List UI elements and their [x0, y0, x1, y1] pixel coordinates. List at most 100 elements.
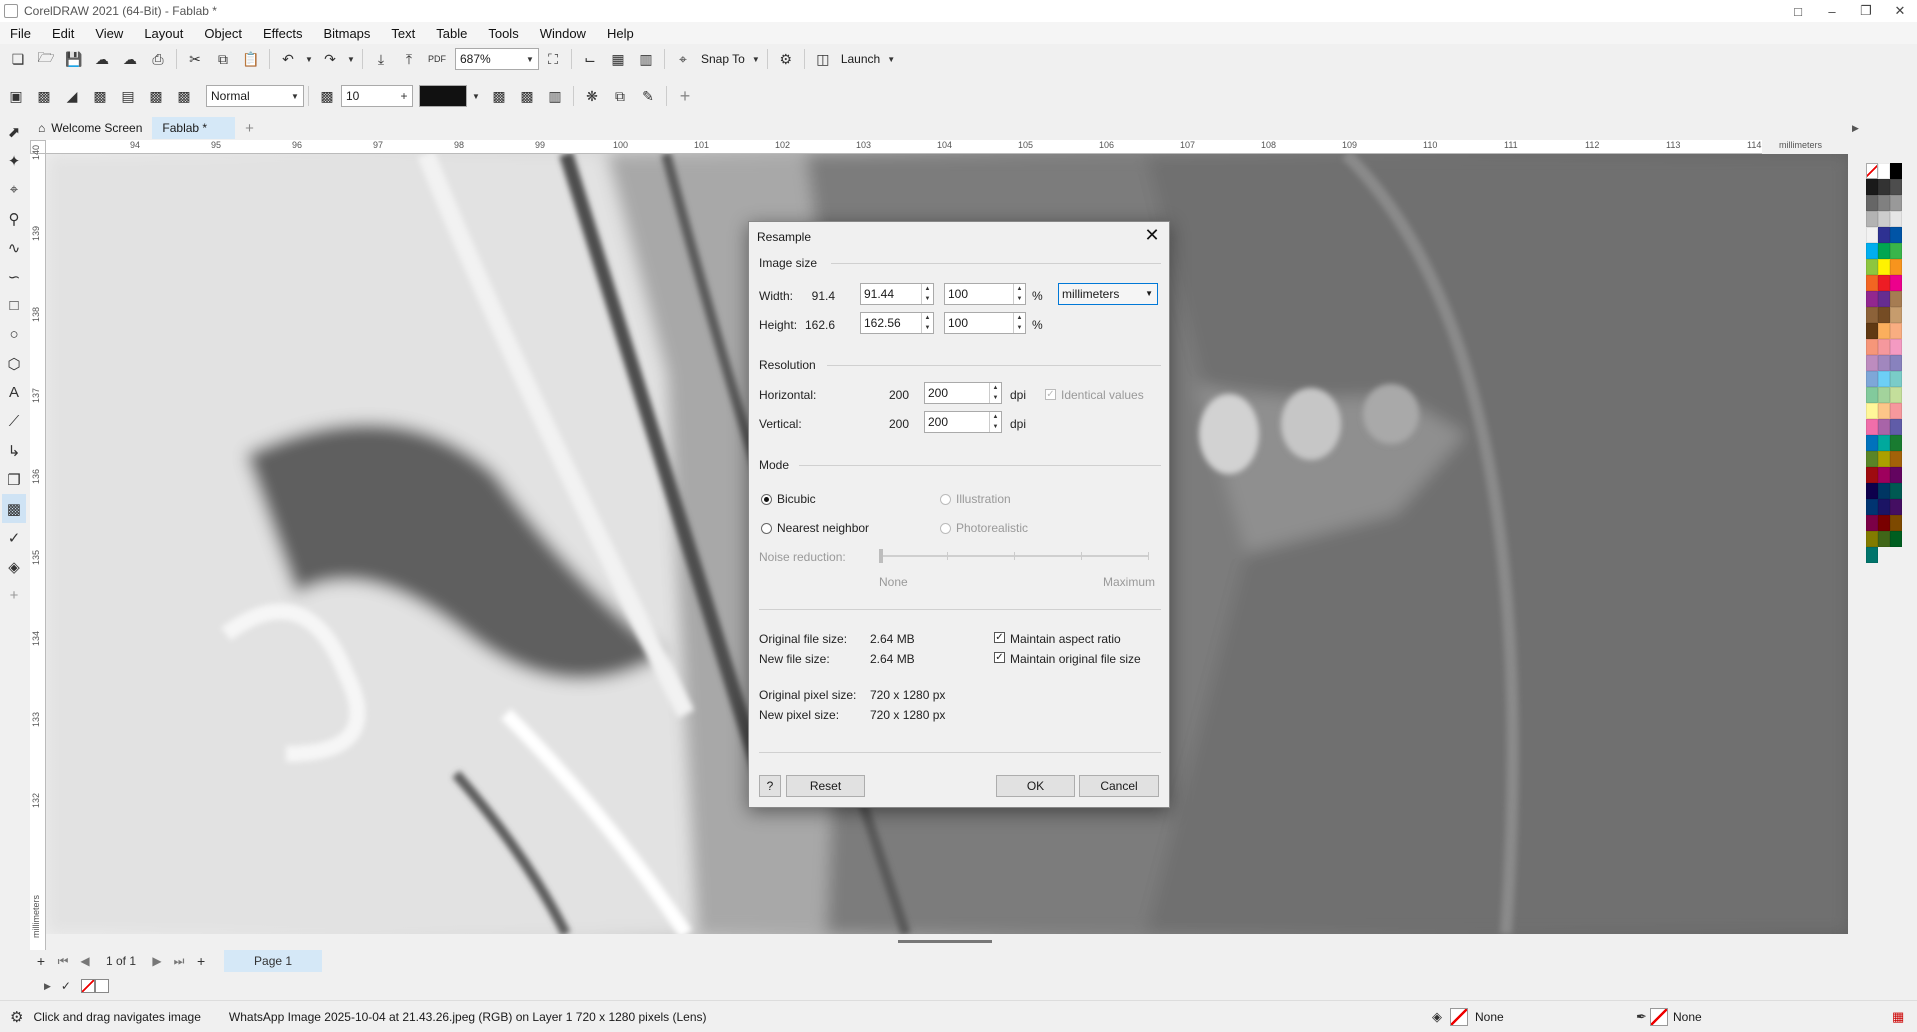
palette-swatch[interactable] [1866, 227, 1878, 243]
launch-dropdown-icon[interactable]: ▼ [886, 47, 896, 71]
palette-swatch[interactable] [1890, 259, 1902, 275]
ok-button[interactable]: OK [996, 775, 1075, 797]
palette-swatch[interactable] [1866, 339, 1878, 355]
menu-text[interactable]: Text [391, 26, 415, 41]
palette-swatch[interactable] [1890, 467, 1902, 483]
apply-to-fill-icon[interactable]: ▩ [487, 84, 511, 108]
last-page-icon[interactable]: ⏭ [168, 954, 190, 969]
palette-swatch[interactable] [1890, 243, 1902, 259]
snap-to-label[interactable]: Snap To [701, 52, 745, 66]
help-button[interactable]: ? [759, 775, 781, 797]
add-page-after-icon[interactable]: + [190, 953, 212, 969]
menu-view[interactable]: View [95, 26, 123, 41]
palette-swatch[interactable] [1866, 435, 1878, 451]
text-tool-icon[interactable]: A [2, 378, 26, 407]
paste-icon[interactable]: 📋 [239, 47, 263, 71]
palette-swatch[interactable] [1878, 291, 1890, 307]
palette-swatch[interactable] [1866, 307, 1878, 323]
undo-icon[interactable]: ↶ [276, 47, 300, 71]
palette-swatch[interactable] [1890, 339, 1902, 355]
no-color-swatch[interactable] [1866, 163, 1878, 179]
palette-swatch[interactable] [1890, 275, 1902, 291]
snap-to-dropdown-icon[interactable]: ▼ [751, 47, 761, 71]
artistic-media-icon[interactable]: ∽ [2, 262, 26, 291]
spin-up-icon[interactable]: ▲ [922, 313, 933, 323]
spin-up-icon[interactable]: ▲ [1014, 284, 1025, 294]
vertical-dpi-input[interactable]: 200 ▲ ▼ [924, 411, 1002, 433]
menu-object[interactable]: Object [204, 26, 242, 41]
menu-layout[interactable]: Layout [144, 26, 183, 41]
palette-swatch[interactable] [1878, 451, 1890, 467]
horizontal-scrollbar-thumb[interactable] [898, 940, 992, 943]
menu-window[interactable]: Window [540, 26, 586, 41]
transparency-value-input[interactable]: 10 + [341, 85, 413, 107]
palette-swatch[interactable] [1866, 531, 1878, 547]
width-input[interactable]: 91.44 ▲ ▼ [860, 283, 934, 305]
copy-transparency-icon[interactable]: ⧉ [608, 84, 632, 108]
parallel-dimension-icon[interactable]: ⟋ [2, 407, 26, 436]
menu-effects[interactable]: Effects [263, 26, 303, 41]
merge-mode-combo[interactable]: Normal ▼ [206, 85, 304, 107]
new-tab-button[interactable]: + [235, 117, 264, 139]
maintain-file-size-checkbox[interactable]: ✓ [994, 652, 1005, 663]
no-fill-swatch[interactable] [80, 979, 95, 993]
freeze-transparency-icon[interactable]: ❋ [580, 84, 604, 108]
palette-swatch[interactable] [1866, 355, 1878, 371]
palette-swatch[interactable] [1878, 419, 1890, 435]
palette-swatch[interactable] [1878, 227, 1890, 243]
units-select[interactable]: millimeters ▼ [1058, 283, 1158, 305]
palette-swatch[interactable] [1866, 211, 1878, 227]
height-percent-input[interactable]: 100 ▲ ▼ [944, 312, 1026, 334]
uniform-transparency-icon[interactable]: ▩ [32, 84, 56, 108]
spin-up-icon[interactable]: ▲ [990, 412, 1001, 422]
add-page-before-icon[interactable]: + [30, 953, 52, 969]
palette-swatch[interactable] [1890, 211, 1902, 227]
palette-swatch[interactable] [1878, 339, 1890, 355]
height-input[interactable]: 162.56 ▲ ▼ [860, 312, 934, 334]
spin-down-icon[interactable]: ▼ [1014, 294, 1025, 304]
edit-transparency-icon[interactable]: ✎ [636, 84, 660, 108]
first-page-icon[interactable]: ⏮ [52, 954, 74, 969]
spin-down-icon[interactable]: ▼ [990, 422, 1001, 432]
white-swatch[interactable] [94, 979, 109, 993]
palette-swatch[interactable] [1878, 467, 1890, 483]
rectangle-tool-icon[interactable]: □ [2, 291, 26, 320]
palette-swatch[interactable] [1878, 387, 1890, 403]
palette-swatch[interactable] [1866, 403, 1878, 419]
bitmap-pattern-transparency-icon[interactable]: ▤ [116, 84, 140, 108]
ellipse-tool-icon[interactable]: ○ [2, 320, 26, 349]
palette-expand-icon[interactable]: ▶ [44, 981, 51, 992]
palette-swatch[interactable] [1866, 195, 1878, 211]
palette-swatch[interactable] [1890, 163, 1902, 179]
outline-swatch[interactable] [1650, 1007, 1668, 1026]
snap-icon[interactable]: ⌖ [671, 47, 695, 71]
spin-down-icon[interactable]: ▼ [922, 323, 933, 333]
palette-swatch[interactable] [1890, 499, 1902, 515]
options-gear-icon[interactable]: ⚙ [774, 47, 798, 71]
previous-page-icon[interactable]: ◀ [74, 954, 96, 968]
palette-swatch[interactable] [1866, 547, 1878, 563]
palette-swatch[interactable] [1890, 291, 1902, 307]
copy-icon[interactable]: ⧉ [211, 47, 235, 71]
palette-swatch[interactable] [1878, 371, 1890, 387]
cancel-button[interactable]: Cancel [1079, 775, 1159, 797]
open-icon[interactable]: 🗁 [34, 47, 58, 71]
close-icon[interactable]: ✕ [1141, 224, 1163, 246]
palette-swatch[interactable] [1890, 451, 1902, 467]
palette-swatch[interactable] [1878, 275, 1890, 291]
palette-swatch[interactable] [1890, 179, 1902, 195]
show-grid-icon[interactable]: ▦ [606, 47, 630, 71]
cloud-download-icon[interactable]: ☁ [90, 47, 114, 71]
full-screen-icon[interactable]: ⛶ [541, 47, 565, 71]
crop-tool-icon[interactable]: ⌖ [2, 175, 26, 204]
next-page-icon[interactable]: ▶ [146, 954, 168, 968]
page-tab-1[interactable]: Page 1 [224, 950, 323, 972]
palette-swatch[interactable] [1890, 195, 1902, 211]
palette-swatch[interactable] [1878, 355, 1890, 371]
palette-swatch[interactable] [1866, 179, 1878, 195]
show-rulers-icon[interactable]: ⌙ [578, 47, 602, 71]
vector-pattern-transparency-icon[interactable]: ▩ [88, 84, 112, 108]
palette-swatch[interactable] [1878, 515, 1890, 531]
palette-swatch[interactable] [1890, 387, 1902, 403]
print-icon[interactable]: ⎙ [146, 47, 170, 71]
